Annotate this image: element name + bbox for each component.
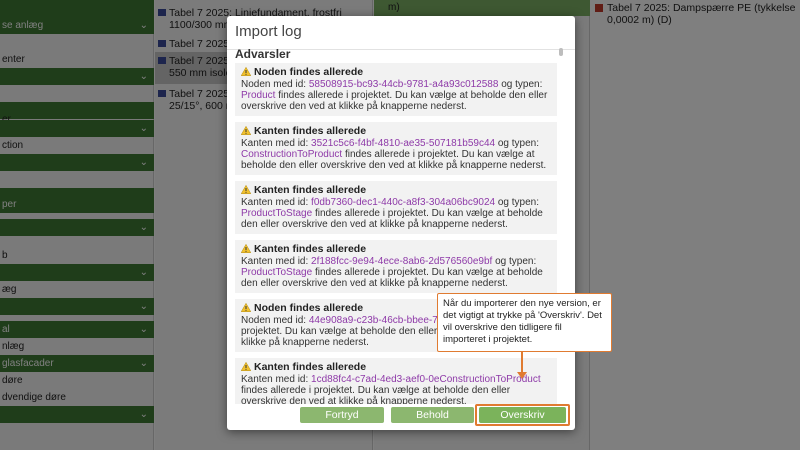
warning-title-text: Kanten findes allerede bbox=[254, 184, 367, 196]
entity-id: f0db7360-dec1-440c-a8f3-304a06bc9024 bbox=[311, 197, 496, 208]
message-text: Kanten med id: bbox=[241, 197, 312, 208]
warning-icon bbox=[241, 244, 251, 253]
warning-icon bbox=[241, 126, 251, 135]
warning-title-text: Kanten findes allerede bbox=[254, 361, 367, 373]
message-text: og typen: bbox=[492, 256, 537, 267]
warning-item: Kanten findes allerede Kanten med id: 352… bbox=[235, 122, 557, 175]
callout-connector bbox=[521, 352, 523, 374]
warning-title: Kanten findes allerede bbox=[241, 125, 551, 137]
entity-type: ProductToStage bbox=[241, 208, 313, 219]
warning-message: Kanten med id: 3521c5c6-f4bf-4810-ae35-5… bbox=[241, 138, 551, 171]
entity-id: 3521c5c6-f4bf-4810-ae35-507181b59c44 bbox=[311, 138, 496, 149]
warning-icon bbox=[241, 67, 251, 76]
entity-id: 2f188fcc-9e94-4ece-8ab6-2d576560e9bf bbox=[311, 256, 493, 267]
scrollbar-thumb[interactable] bbox=[559, 48, 563, 56]
warning-item: Kanten findes allerede Kanten med id: f0d… bbox=[235, 181, 557, 234]
warning-title-text: Kanten findes allerede bbox=[254, 125, 367, 137]
warning-icon bbox=[241, 362, 251, 371]
message-text: og typen: bbox=[495, 138, 540, 149]
warning-icon bbox=[241, 185, 251, 194]
warning-message: Kanten med id: f0db7360-dec1-440c-a8f3-3… bbox=[241, 197, 551, 230]
message-text: Noden med id: bbox=[241, 315, 309, 326]
dialog-title: Import log bbox=[235, 23, 302, 40]
message-text: og typen: bbox=[498, 79, 543, 90]
message-text: og typen: bbox=[495, 197, 540, 208]
message-text: Kanten med id: bbox=[241, 374, 312, 385]
warning-item: Noden findes allerede Noden med id: 58508… bbox=[235, 63, 557, 116]
message-text: Noden med id: bbox=[241, 79, 309, 90]
warning-message: Noden med id: 58508915-bc93-44cb-9781-a4… bbox=[241, 79, 551, 112]
warning-message: Kanten med id: 2f188fcc-9e94-4ece-8ab6-2… bbox=[241, 256, 551, 289]
entity-id: 1cd88fc4-c7ad-4ed3-aef0-0e bbox=[311, 374, 440, 385]
entity-type: ConstructionToProduct bbox=[241, 149, 343, 160]
entity-type: ProductToStage bbox=[241, 267, 313, 278]
message-text: findes allerede i projektet. Du kan vælg… bbox=[241, 385, 511, 404]
overwrite-button[interactable]: Overskriv bbox=[479, 407, 566, 423]
keep-button[interactable]: Behold bbox=[391, 407, 474, 423]
warning-item: Kanten findes allerede Kanten med id: 2f1… bbox=[235, 240, 557, 293]
cancel-button[interactable]: Fortryd bbox=[300, 407, 384, 423]
entity-type: Product bbox=[241, 90, 276, 101]
warning-title: Noden findes allerede bbox=[241, 66, 551, 78]
entity-id: 58508915-bc93-44cb-9781-a4a93c012588 bbox=[308, 79, 499, 90]
warnings-list[interactable]: Noden findes allerede Noden med id: 58508… bbox=[235, 63, 565, 404]
warning-icon bbox=[241, 303, 251, 312]
warnings-section-title: Advarsler bbox=[235, 47, 291, 61]
instruction-callout: Når du importerer den nye version, er de… bbox=[437, 293, 612, 352]
warning-title: Kanten findes allerede bbox=[241, 184, 551, 196]
warning-title-text: Kanten findes allerede bbox=[254, 243, 367, 255]
warning-title: Kanten findes allerede bbox=[241, 361, 551, 373]
warning-item: Kanten findes allerede Kanten med id: 1cd… bbox=[235, 358, 557, 404]
dialog-button-bar: Fortryd Behold Overskriv bbox=[227, 404, 575, 426]
message-text: findes allerede i projektet. Du kan vælg… bbox=[241, 90, 548, 112]
warning-title-text: Noden findes allerede bbox=[254, 66, 364, 78]
warning-message: Kanten med id: 1cd88fc4-c7ad-4ed3-aef0-0… bbox=[241, 374, 551, 404]
warning-title: Kanten findes allerede bbox=[241, 243, 551, 255]
callout-arrow-icon bbox=[517, 372, 527, 379]
message-text: Kanten med id: bbox=[241, 256, 312, 267]
entity-id: 44e908a9-c23b-46cb-bbee-7b bbox=[308, 315, 444, 326]
warning-title-text: Noden findes allerede bbox=[254, 302, 364, 314]
message-text: Kanten med id: bbox=[241, 138, 312, 149]
